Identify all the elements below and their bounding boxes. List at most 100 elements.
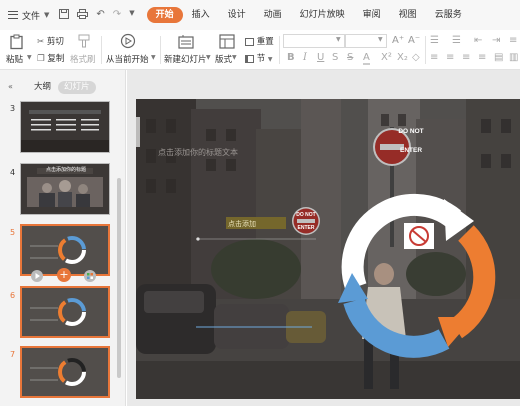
format-painter-button[interactable] [77, 34, 91, 51]
grid-icon [87, 273, 93, 279]
font-size-dropdown-icon[interactable]: ▼ [378, 36, 383, 43]
current-slide[interactable]: DO NOT ENTER DO NOT ENTER 点击添加你的标题文本 点击添… [136, 99, 520, 399]
from-current-label[interactable]: 从当前开始 [106, 53, 149, 65]
reset-button[interactable]: 重置 [245, 35, 274, 47]
more-icon[interactable]: ▼ [129, 9, 134, 22]
sign-text: DO NOT [389, 128, 433, 136]
layout-button[interactable] [219, 34, 235, 52]
decrease-indent-icon[interactable]: ⇤ [474, 35, 482, 46]
paste-button[interactable] [9, 34, 25, 53]
tab-design[interactable]: 设计 [219, 7, 255, 23]
tab-slideshow[interactable]: 幻灯片放映 [291, 7, 354, 23]
subscript-icon[interactable]: X₂ [397, 52, 408, 63]
brush-icon [78, 34, 90, 48]
new-slide-button[interactable] [178, 34, 194, 53]
panel-tabs: « 大纲 幻灯片 [0, 70, 125, 100]
collapse-panel-icon[interactable]: « [8, 82, 13, 91]
slide-6-preview [22, 288, 108, 336]
format-painter-label[interactable]: 格式刷 [70, 53, 96, 65]
sign-text-top: DO NOT [398, 128, 424, 135]
section-dropdown-icon: ▼ [267, 56, 273, 63]
tab-slides[interactable]: 幻灯片 [58, 81, 96, 94]
slide-number: 6 [10, 291, 16, 300]
tab-animation[interactable]: 动画 [255, 7, 291, 23]
new-slide-dropdown-icon[interactable]: ▼ [206, 54, 211, 61]
paste-icon [10, 34, 23, 50]
play-icon [120, 33, 136, 49]
decrease-font-icon[interactable]: A⁻ [408, 35, 420, 46]
bold-icon[interactable]: B [287, 52, 295, 63]
distribute-icon[interactable]: ▤ [494, 52, 503, 63]
tab-view[interactable]: 视图 [390, 7, 426, 23]
chevron-down-icon: ▼ [44, 11, 50, 19]
play-icon [35, 273, 40, 279]
redo-icon[interactable]: ↷ [113, 9, 121, 22]
reset-label: 重置 [256, 37, 274, 47]
file-menu-label: 文件 [22, 11, 41, 22]
slide-thumbnail-3[interactable] [20, 101, 110, 153]
bullet-list-icon[interactable]: ☰ [430, 35, 439, 46]
layout-label[interactable]: 版式 [215, 53, 232, 65]
circular-arrows-diagram[interactable] [316, 179, 516, 379]
section-button[interactable]: 节 ▼ [245, 52, 273, 64]
increase-indent-icon[interactable]: ⇥ [492, 35, 500, 46]
slide-number: 3 [10, 104, 16, 113]
numbered-list-icon[interactable]: ☰ [452, 35, 461, 46]
slide-more-button[interactable] [84, 270, 96, 282]
reset-icon [245, 37, 254, 46]
font-color-icon[interactable]: A [363, 52, 370, 65]
align-right-icon[interactable]: ≡ [462, 52, 470, 63]
play-slide-button[interactable] [31, 270, 43, 282]
from-current-button[interactable] [120, 33, 136, 52]
slide-thumbnail-7[interactable] [20, 346, 110, 398]
tab-home[interactable]: 开始 [146, 7, 183, 23]
copy-icon: ❐ [37, 54, 45, 64]
slide-3-preview [21, 102, 109, 152]
slide-thumbnail-6[interactable] [20, 286, 110, 338]
columns-icon[interactable]: ▥ [509, 52, 518, 63]
from-current-dropdown-icon[interactable]: ▼ [151, 54, 156, 61]
clear-format-icon[interactable]: ◇ [412, 52, 420, 63]
superscript-icon[interactable]: X² [381, 52, 392, 63]
layout-dropdown-icon[interactable]: ▼ [232, 54, 237, 61]
copy-label: 复制 [47, 54, 65, 64]
new-slide-label[interactable]: 新建幻灯片 [164, 53, 207, 65]
section-label: 节 [256, 54, 266, 64]
align-left-icon[interactable]: ≡ [430, 52, 438, 63]
ribbon-tabs: 开始 插入 设计 动画 幻灯片放映 审阅 视图 云服务 [146, 7, 471, 23]
add-slide-button[interactable]: + [57, 268, 71, 282]
italic-icon[interactable]: I [303, 52, 307, 63]
save-icon[interactable] [59, 8, 70, 22]
paste-dropdown-icon[interactable]: ▼ [27, 54, 32, 61]
layout-icon [219, 34, 235, 49]
quick-access: ↶ ↷ ▼ [59, 8, 135, 22]
print-icon[interactable] [77, 8, 89, 22]
paste-label[interactable]: 粘贴 [6, 53, 23, 65]
underline-icon[interactable]: U [317, 52, 324, 63]
sign-text-bottom: ENTER [399, 147, 423, 154]
section-icon [245, 54, 254, 63]
justify-icon[interactable]: ≡ [478, 52, 486, 63]
tab-outline[interactable]: 大纲 [28, 81, 57, 94]
line-spacing-icon[interactable]: ≡ [509, 35, 517, 46]
slide-number: 7 [10, 350, 16, 359]
align-center-icon[interactable]: ≡ [446, 52, 454, 63]
copy-button[interactable]: ❐ 复制 [37, 52, 64, 64]
font-family-dropdown-icon[interactable]: ▼ [336, 36, 341, 43]
subtitle-placeholder[interactable]: 点击添加 [228, 219, 256, 229]
cut-label: 剪切 [46, 37, 64, 47]
cut-button[interactable]: ✂ 剪切 [37, 35, 64, 47]
strikethrough-icon[interactable]: S [347, 52, 353, 63]
scissors-icon: ✂ [37, 37, 45, 47]
tab-review[interactable]: 审阅 [354, 7, 390, 23]
new-slide-icon [178, 35, 194, 49]
increase-font-icon[interactable]: A⁺ [392, 35, 404, 46]
separator [101, 36, 102, 64]
tab-insert[interactable]: 插入 [183, 7, 219, 23]
tab-cloud[interactable]: 云服务 [426, 7, 471, 23]
shadow-icon[interactable]: S [332, 52, 338, 63]
undo-icon[interactable]: ↶ [96, 9, 104, 22]
title-placeholder[interactable]: 点击添加你的标题文本 [158, 147, 238, 158]
file-menu[interactable]: 文件 ▼ [8, 9, 49, 22]
thumbnail-scrollbar[interactable] [117, 178, 121, 378]
